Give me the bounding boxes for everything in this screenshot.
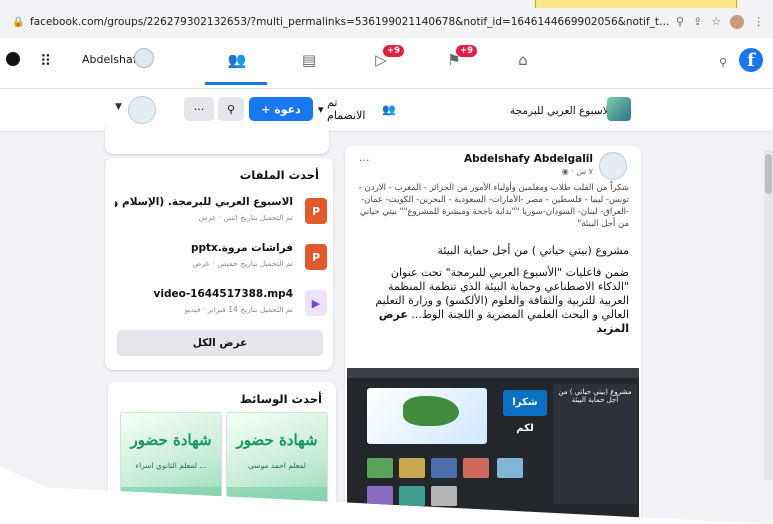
post-video[interactable]: شكرا لكم مشروع (بيتي حياتي ) من أجل حماي… — [347, 368, 639, 524]
lock-icon: 🔒 — [12, 16, 25, 28]
participant-tile — [367, 486, 393, 506]
groups-tab-icon[interactable]: 👥 — [226, 51, 248, 73]
participant-tile — [367, 458, 393, 478]
caret-down-icon[interactable]: ▼ — [115, 102, 122, 112]
file-item[interactable]: ▶ video-1644517388.mp4 تم التحميل بتاريخ… — [115, 286, 327, 322]
search-button[interactable]: ⚲ — [218, 97, 244, 121]
search-icon[interactable]: ⚲ — [719, 56, 727, 69]
avatar[interactable] — [599, 152, 627, 180]
facebook-logo-icon[interactable]: f — [739, 48, 763, 72]
menu-icon[interactable]: ⋮ — [753, 15, 764, 29]
zoom-icon[interactable]: ⚲ — [676, 15, 684, 29]
post-project-line: مشروع (بيتي حياتي ) من أجل حماية البيئة — [437, 244, 629, 257]
recent-files-card: أحدث الملفات P الاسبوع العربي للبرمجة. (… — [105, 158, 333, 370]
file-name[interactable]: الاسبوع العربي للبرمجة. (الإسلام والب... — [115, 196, 293, 208]
group-thumbnail[interactable] — [607, 97, 631, 121]
invite-button[interactable]: + دعوة — [249, 97, 313, 121]
post-body: ضمن فاعليات "الأسبوع العربي للبرمجة" تحت… — [357, 266, 629, 336]
page-scrollbar[interactable] — [764, 150, 773, 480]
map-graphic — [403, 396, 459, 426]
participant-tile — [431, 458, 457, 478]
notification-badge: +9 — [382, 45, 404, 57]
video-window-bar — [347, 368, 639, 378]
file-item[interactable]: P الاسبوع العربي للبرمجة. (الإسلام والب.… — [115, 194, 327, 230]
screen-title: مشروع (بيتي حياتي ) من أجل حماية البيئة — [558, 388, 632, 404]
marketplace-tab-icon[interactable]: ▤ — [298, 51, 320, 73]
powerpoint-icon: P — [305, 198, 327, 224]
certificate-subtitle: لمعلم الثانوي اسراء ... — [135, 461, 207, 470]
star-icon[interactable]: ☆ — [711, 15, 721, 29]
media-thumbnail[interactable]: شهادة حضور لمعلم الثانوي اسراء ... — [120, 412, 222, 514]
certificate-band — [227, 487, 327, 513]
avatar[interactable] — [134, 48, 154, 68]
share-icon[interactable]: ⇪ — [693, 15, 702, 29]
notification-badge: +9 — [455, 45, 477, 57]
avatar[interactable] — [128, 96, 156, 124]
recent-media-card: أحدث الوسائط شهادة حضور لمعلم الثانوي اس… — [108, 382, 336, 522]
file-name[interactable]: فراشات مروة.pptx — [115, 242, 293, 254]
group-members-icon: 👥 — [378, 102, 396, 116]
scrollbar-thumb[interactable] — [765, 154, 772, 194]
certificate-title: شهادة حضور — [130, 431, 212, 449]
flag-tab-icon[interactable]: ⚑ +9 — [443, 45, 477, 73]
watch-tab-icon[interactable]: ▷ +9 — [370, 45, 404, 73]
group-post: ··· Abdelshafy Abdelgalil ٧ س · ◉ شكراً … — [345, 146, 641, 524]
media-title: أحدث الوسائط — [239, 392, 322, 406]
messenger-icon[interactable] — [6, 52, 20, 66]
file-meta: تم التحميل بتاريخ خميس · عرض — [192, 259, 293, 268]
sidebar-card-previous — [105, 124, 329, 154]
file-meta: تم التحميل بتاريخ إثنين · عرض — [198, 213, 293, 222]
group-name[interactable]: الاسبوع العربي للبرمجة — [510, 105, 612, 117]
participant-tile — [399, 486, 425, 506]
more-button[interactable]: ··· — [184, 97, 214, 121]
post-body-text: ضمن فاعليات "الأسبوع العربي للبرمجة" تحت… — [375, 266, 629, 321]
browser-actions: ⚲ ⇪ ☆ ⋮ — [676, 15, 764, 29]
certificate-title: شهادة حضور — [236, 431, 318, 449]
participant-tile — [431, 486, 457, 506]
post-author[interactable]: Abdelshafy Abdelgalil — [464, 153, 593, 165]
home-tab-icon[interactable]: ⌂ — [512, 51, 534, 73]
joined-label: تم الانضمام — [327, 96, 366, 122]
post-options-button[interactable]: ··· — [359, 154, 370, 167]
file-item[interactable]: P فراشات مروة.pptx تم التحميل بتاريخ خمي… — [115, 240, 327, 276]
facebook-navbar: ⠿ Abdelshafy 👥 ▤ ▷ +9 ⚑ +9 ⌂ ⚲ f — [0, 38, 773, 89]
video-file-icon: ▶ — [305, 290, 327, 316]
file-name[interactable]: video-1644517388.mp4 — [115, 288, 293, 300]
joined-button[interactable]: ▾ تم الانضمام 👥 — [318, 96, 396, 122]
thanks-sign: شكرا لكم — [503, 390, 547, 434]
powerpoint-icon: P — [305, 244, 327, 270]
file-meta: تم التحميل بتاريخ 14 فبراير · فيديو — [184, 305, 293, 314]
menu-grid-icon[interactable]: ⠿ — [40, 52, 51, 70]
see-all-button[interactable]: عرض الكل — [117, 330, 323, 356]
files-title: أحدث الملفات — [239, 168, 319, 182]
caret-down-icon: ▾ — [318, 102, 328, 116]
screenshot-scene: 🔒 facebook.com/groups/226279302132653/?m… — [0, 0, 773, 524]
certificate-band — [121, 487, 221, 513]
browser-url-bar[interactable]: 🔒 facebook.com/groups/226279302132653/?m… — [0, 8, 773, 36]
participant-tile — [399, 458, 425, 478]
post-thanks-text: شكراً من القلب طلاب ومعلمين وأولياء الأم… — [358, 183, 629, 229]
post-timestamp[interactable]: ٧ س · ◉ — [562, 167, 593, 176]
media-thumbnail[interactable]: شهادة حضور لمعلم احمد موسى — [226, 412, 328, 514]
certificate-subtitle: لمعلم احمد موسى — [248, 461, 306, 470]
slide-preview — [367, 388, 487, 444]
shared-screen: مشروع (بيتي حياتي ) من أجل حماية البيئة — [553, 384, 637, 504]
profile-avatar[interactable] — [730, 15, 745, 29]
participant-tile — [463, 458, 489, 478]
participant-tile — [497, 458, 523, 478]
url-text[interactable]: facebook.com/groups/226279302132653/?mul… — [30, 16, 670, 28]
active-tab-indicator — [205, 82, 267, 85]
